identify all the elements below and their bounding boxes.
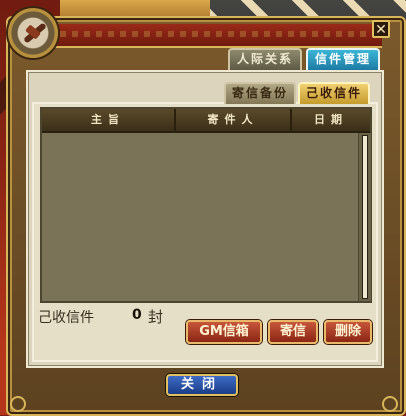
tab-sent-backup[interactable]: 寄信备份 bbox=[224, 82, 296, 104]
close-button[interactable]: 关闭 bbox=[166, 374, 238, 396]
mail-list[interactable]: 主旨 寄件人 日期 bbox=[40, 107, 372, 303]
title-bar[interactable] bbox=[30, 24, 382, 48]
tab-mail-management[interactable]: 信件管理 bbox=[306, 48, 380, 70]
compass-emblem-icon bbox=[8, 8, 58, 58]
received-count-value: 0 bbox=[132, 307, 142, 323]
tab-received-mail[interactable]: 己收信件 bbox=[298, 82, 370, 104]
close-icon[interactable]: ✕ bbox=[372, 20, 390, 38]
column-header-date[interactable]: 日期 bbox=[292, 109, 370, 131]
column-header-sender[interactable]: 寄件人 bbox=[176, 109, 292, 131]
scrollbar-track[interactable] bbox=[362, 135, 368, 299]
mail-list-scrollbar[interactable] bbox=[358, 133, 371, 301]
tab-relationships[interactable]: 人际关系 bbox=[228, 48, 302, 70]
received-count-unit: 封 bbox=[148, 308, 164, 326]
corner-ornament bbox=[382, 396, 398, 412]
corner-ornament bbox=[10, 396, 26, 412]
delete-mail-button[interactable]: 删除 bbox=[324, 320, 372, 344]
send-mail-button[interactable]: 寄信 bbox=[268, 320, 318, 344]
column-header-subject[interactable]: 主旨 bbox=[42, 109, 176, 131]
gm-mailbox-button[interactable]: GM信箱 bbox=[186, 320, 262, 344]
mail-list-header: 主旨 寄件人 日期 bbox=[42, 109, 370, 133]
received-count-label: 己收信件 bbox=[38, 310, 94, 326]
